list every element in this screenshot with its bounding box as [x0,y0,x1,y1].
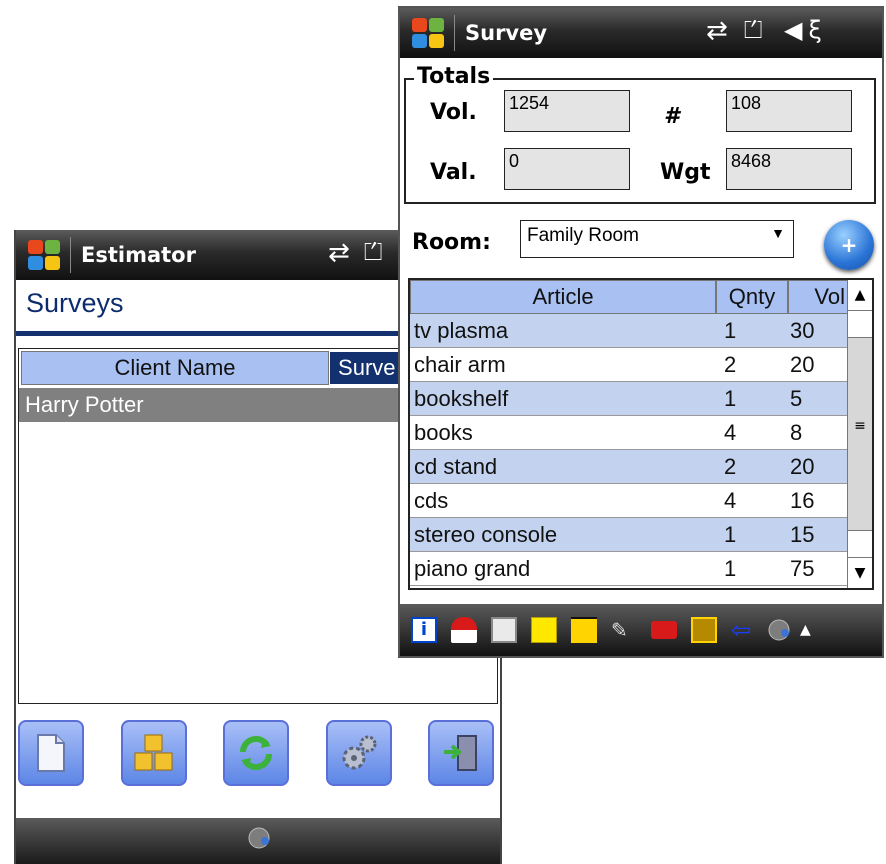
article-cell: bookshelf [414,385,509,411]
val-field[interactable]: 0 [504,148,630,190]
val-label: Val. [430,160,477,185]
column-client-name[interactable]: Client Name [21,351,330,385]
signal-icon[interactable]: ⏍ [744,16,768,44]
wgt-field[interactable]: 8468 [726,148,852,190]
vol-label: Vol. [430,100,477,125]
new-survey-button[interactable] [18,720,84,786]
qnty-cell: 1 [724,555,737,581]
document-icon [37,734,65,772]
qnty-cell: 1 [724,521,737,547]
vol-cell: 20 [790,351,815,377]
article-cell: tv plasma [414,317,509,343]
client-cell: Harry Potter [25,392,144,417]
gears-icon [342,735,376,770]
vol-field[interactable]: 1254 [504,90,630,132]
table-row[interactable]: books 4 8 [410,416,872,450]
sync-button[interactable] [223,720,289,786]
table-row[interactable]: bookshelf 1 5 [410,382,872,416]
scrollbar[interactable]: ▲ ≡ ▼ [847,280,872,588]
article-cell: cd stand [414,453,498,479]
column-qnty[interactable]: Qnty [716,280,788,314]
qnty-cell: 2 [724,351,737,377]
box-icon[interactable] [531,617,557,643]
exit-door-icon [444,735,477,771]
action-bar [16,720,496,786]
exit-button[interactable] [428,720,494,786]
boxes-icon [134,734,172,771]
scroll-up-arrow[interactable]: ▲ [848,280,872,311]
articles-rows: tv plasma 1 30 chair arm 2 20 bookshelf 1 5 books… [410,314,872,586]
count-label: # [664,104,680,129]
title-separator [70,237,71,273]
column-article[interactable]: Article [410,280,716,314]
scroll-track-bottom[interactable] [848,530,872,558]
pencil-icon[interactable]: ✎ [611,617,637,643]
keyboard-icon[interactable] [764,618,794,642]
refresh-icon [239,735,273,771]
room-label: Room: [412,230,491,255]
chevron-down-icon: ▼ [771,225,785,241]
vol-cell: 8 [790,419,803,445]
add-article-button[interactable]: + [824,220,874,270]
table-row[interactable]: chair arm 2 20 [410,348,872,382]
windows-start-icon[interactable] [24,238,64,272]
info-icon[interactable]: i [411,617,437,643]
window-title: Survey [465,21,548,45]
qnty-cell: 1 [724,317,737,343]
article-cell: books [414,419,473,445]
menu-up-arrow-icon[interactable]: ▲ [800,622,811,638]
qnty-cell: 1 [724,385,737,411]
connectivity-icon[interactable]: ⇄ [706,16,734,46]
table-row[interactable]: cd stand 2 20 [410,450,872,484]
qnty-cell: 2 [724,453,737,479]
qnty-cell: 4 [724,487,737,513]
scroll-thumb-grip-icon[interactable]: ≡ [848,418,872,434]
speaker-icon[interactable]: ◀ξ [784,16,828,44]
table-row[interactable]: cds 4 16 [410,484,872,518]
bottom-softkey-bar [16,818,500,864]
count-field[interactable]: 108 [726,90,852,132]
totals-legend: Totals [414,64,494,89]
survey-titlebar: Survey ⇄ ⏍ ◀ξ [400,8,882,58]
house-icon[interactable] [451,617,477,643]
table-row[interactable]: stereo console 1 15 [410,518,872,552]
bottom-toolbar: i ✎ ⇦ ▲ [400,604,882,656]
vol-cell: 30 [790,317,815,343]
column-vol[interactable]: Vol [788,280,848,314]
vol-cell: 20 [790,453,815,479]
vol-cell: 16 [790,487,815,513]
survey-window: Survey ⇄ ⏍ ◀ξ Totals Vol. 1254 # 108 Val… [398,6,884,658]
articles-button[interactable] [120,720,187,786]
connectivity-icon[interactable]: ⇄ [328,238,356,268]
scroll-track-top[interactable] [848,311,872,338]
table-row[interactable]: tv plasma 1 30 [410,314,872,348]
truck-icon[interactable] [651,621,677,639]
notes-icon[interactable] [491,617,517,643]
vol-cell: 75 [790,555,815,581]
qnty-cell: 4 [724,419,737,445]
windows-start-icon[interactable] [408,16,448,50]
save-icon[interactable] [691,617,717,643]
title-separator [454,15,455,51]
article-cell: chair arm [414,351,506,377]
stacked-boxes-icon[interactable] [571,617,597,643]
window-title: Estimator [81,243,196,267]
article-cell: stereo console [414,521,558,547]
keyboard-icon[interactable] [244,826,274,850]
signal-icon[interactable]: ⏍ [364,238,388,266]
settings-button[interactable] [325,720,392,786]
articles-grid[interactable]: Article Qnty Vol tv plasma 1 30 chair arm 2 2… [408,278,874,590]
article-cell: piano grand [414,555,531,581]
scroll-down-arrow[interactable]: ▼ [848,558,872,588]
room-value: Family Room [527,225,639,246]
vol-cell: 15 [790,521,815,547]
article-cell: cds [414,487,449,513]
back-arrow-icon[interactable]: ⇦ [731,617,757,643]
wgt-label: Wgt [660,160,711,185]
table-row[interactable]: piano grand 1 75 [410,552,872,586]
vol-cell: 5 [790,385,803,411]
room-select[interactable]: Family Room ▼ [520,220,794,258]
